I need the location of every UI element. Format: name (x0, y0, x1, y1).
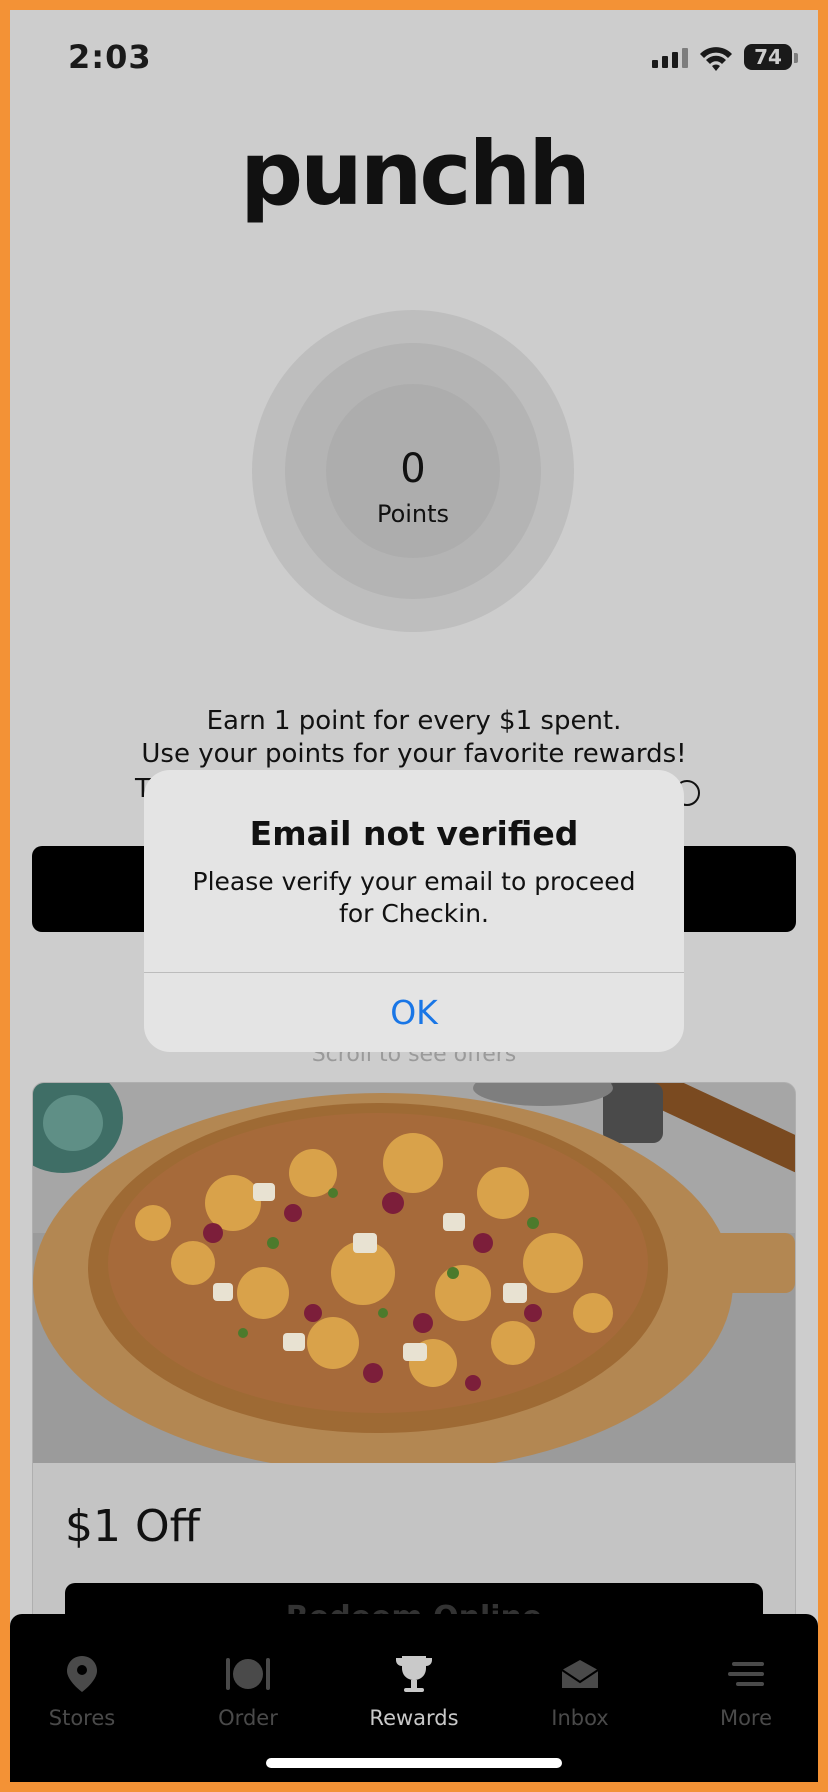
cellular-signal-icon (652, 48, 688, 68)
tab-bar: Stores Order Rewards Inbox More (10, 1614, 818, 1782)
info-line-1: Earn 1 point for every $1 spent. (206, 706, 622, 736)
points-label: Points (376, 500, 450, 528)
tab-inbox[interactable]: Inbox (520, 1654, 640, 1730)
points-value: 0 (400, 446, 426, 492)
info-line-2: Use your points for your favorite reward… (141, 739, 687, 769)
tab-label-inbox: Inbox (551, 1706, 609, 1730)
tab-order[interactable]: Order (188, 1654, 308, 1730)
email-not-verified-alert: Email not verified Please verify your em… (144, 770, 684, 1052)
map-pin-icon (67, 1656, 97, 1692)
tab-label-order: Order (218, 1706, 278, 1730)
menu-icon (728, 1662, 764, 1686)
battery-nub (794, 53, 798, 63)
offer-title: $1 Off (65, 1501, 200, 1552)
punchh-logo: punchh (240, 122, 591, 225)
battery-level: 74 (754, 45, 782, 69)
app-screen: 2:03 74 punchh 0 Points Earn 1 point for… (10, 10, 818, 1782)
pizza-image (33, 1083, 795, 1463)
trophy-icon (396, 1656, 432, 1692)
tab-more[interactable]: More (686, 1654, 806, 1730)
wifi-icon (700, 47, 732, 71)
home-indicator (266, 1758, 562, 1768)
envelope-icon (561, 1660, 599, 1688)
plate-icon (226, 1658, 270, 1690)
battery-icon: 74 (744, 44, 792, 70)
tab-stores[interactable]: Stores (22, 1654, 142, 1730)
tab-label-more: More (719, 1706, 773, 1730)
alert-title: Email not verified (249, 814, 579, 853)
tab-label-rewards: Rewards (369, 1706, 459, 1730)
alert-message: Please verify your email to proceed for … (192, 867, 636, 928)
tab-label-stores: Stores (48, 1706, 116, 1730)
tab-rewards[interactable]: Rewards (354, 1654, 474, 1730)
alert-ok-button[interactable]: OK (144, 973, 684, 1052)
status-time: 2:03 (68, 38, 152, 76)
